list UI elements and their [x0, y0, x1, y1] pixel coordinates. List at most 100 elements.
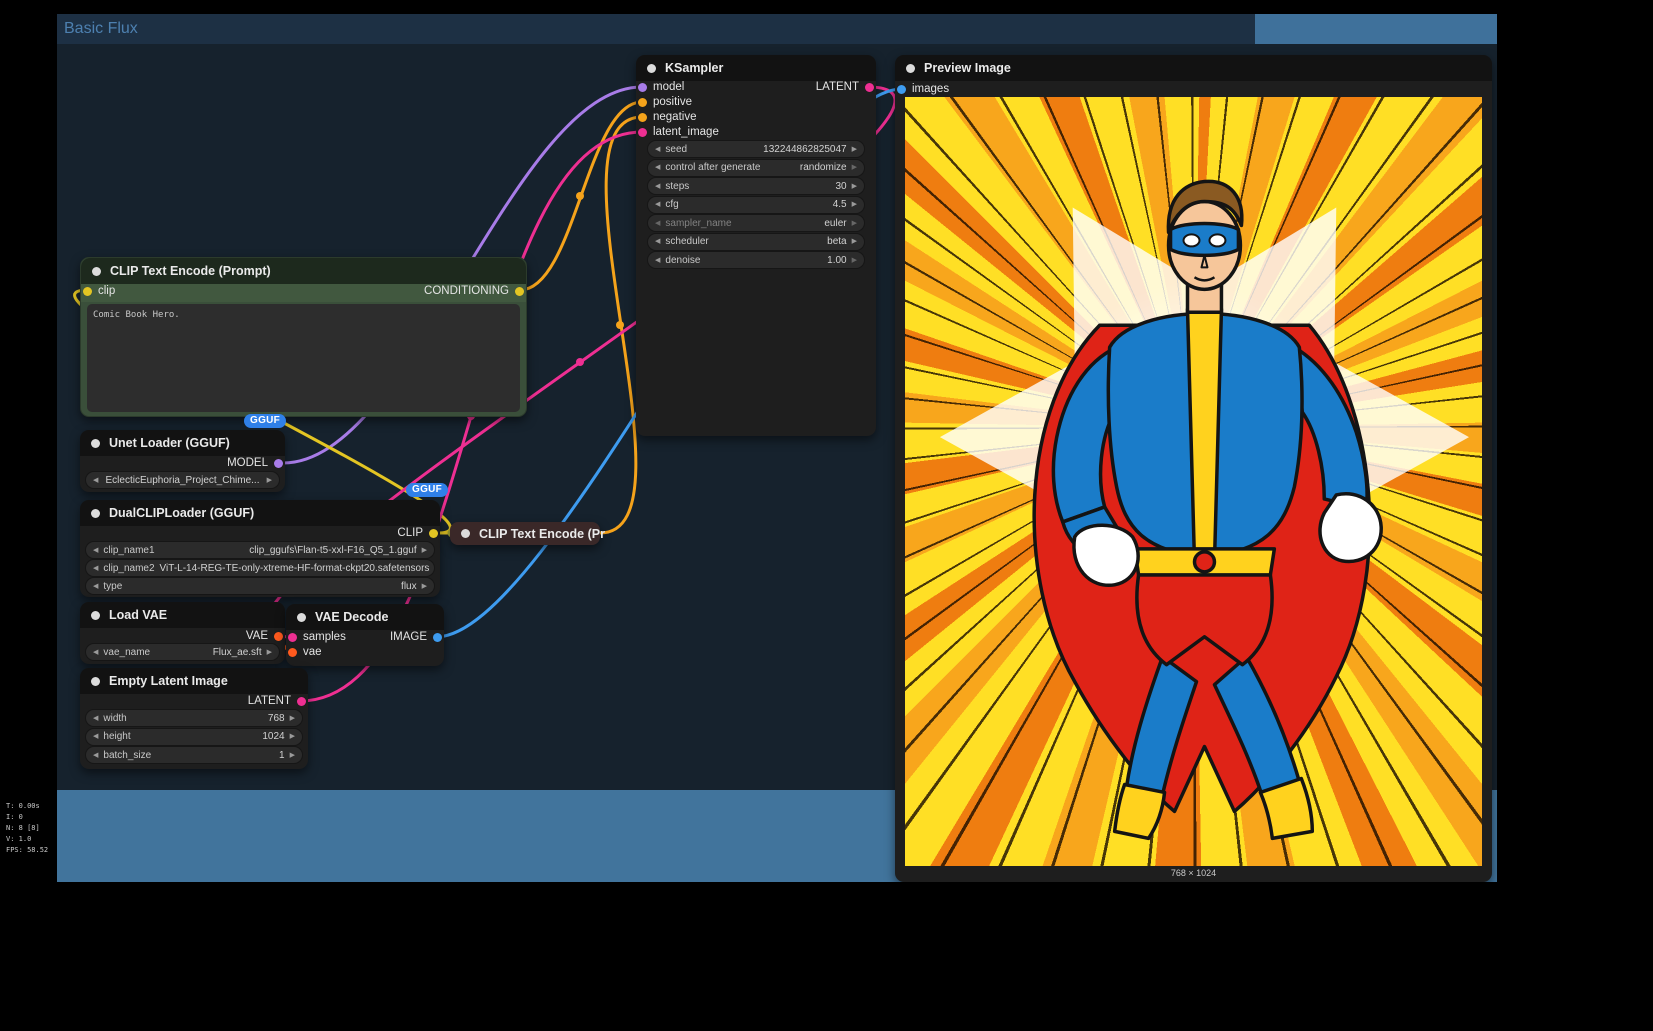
port-dot-latent-image[interactable] [638, 128, 647, 137]
widget-label: type [103, 581, 122, 592]
input-model[interactable]: model [638, 80, 684, 94]
output-latent[interactable]: LATENT [248, 694, 306, 708]
workflow-tab[interactable]: Basic Flux [57, 20, 138, 38]
node-header[interactable]: Empty Latent Image [80, 668, 308, 694]
widget-sampler-name[interactable]: ◀ sampler_name euler ▶ [648, 215, 864, 231]
port-dot-vae-out[interactable] [274, 632, 283, 641]
increment-icon[interactable]: ▶ [290, 733, 295, 740]
node-preview-image[interactable]: Preview Image images [895, 55, 1492, 882]
next-option-icon[interactable]: ▶ [422, 583, 427, 590]
prev-option-icon[interactable]: ◀ [93, 565, 98, 572]
node-header[interactable]: KSampler [636, 55, 876, 81]
port-dot-negative[interactable] [638, 113, 647, 122]
input-positive[interactable]: positive [638, 95, 692, 109]
port-dot-model-out[interactable] [274, 459, 283, 468]
node-header[interactable]: Load VAE [80, 602, 285, 628]
node-header[interactable]: Unet Loader (GGUF) [80, 430, 285, 456]
port-dot-samples[interactable] [288, 633, 297, 642]
decrement-icon[interactable]: ◀ [93, 715, 98, 722]
prev-option-icon[interactable]: ◀ [93, 477, 98, 484]
node-dualclip-loader[interactable]: DualCLIPLoader (GGUF) CLIP ◀ clip_name1 … [80, 500, 440, 597]
widget-cfg[interactable]: ◀ cfg 4.5 ▶ [648, 197, 864, 213]
node-header[interactable]: VAE Decode [286, 604, 444, 630]
widget-clip-name2[interactable]: ◀ clip_name2 ViT-L-14-REG-TE-only-xtreme… [86, 560, 434, 576]
input-vae[interactable]: vae [288, 645, 322, 659]
decrement-icon[interactable]: ◀ [655, 220, 660, 227]
widget-type[interactable]: ◀ type flux ▶ [86, 578, 434, 594]
port-dot-latent-out[interactable] [865, 83, 874, 92]
next-option-icon[interactable]: ▶ [422, 547, 427, 554]
decrement-icon[interactable]: ◀ [93, 733, 98, 740]
port-dot-image-out[interactable] [433, 633, 442, 642]
widget-label: vae_name [103, 647, 150, 658]
widget-control-after-generate[interactable]: ◀ control after generate randomize ▶ [648, 160, 864, 176]
decrement-icon[interactable]: ◀ [655, 183, 660, 190]
output-image[interactable]: IMAGE [390, 630, 442, 644]
widget-denoise[interactable]: ◀ denoise 1.00 ▶ [648, 252, 864, 268]
port-dot-latent-out[interactable] [297, 697, 306, 706]
decrement-icon[interactable]: ◀ [93, 752, 98, 759]
decrement-icon[interactable]: ◀ [655, 238, 660, 245]
input-negative[interactable]: negative [638, 110, 696, 124]
input-clip[interactable]: clip [83, 284, 115, 298]
port-dot-clip-out[interactable] [429, 529, 438, 538]
input-samples[interactable]: samples [288, 630, 346, 644]
widget-batch-size[interactable]: ◀ batch_size 1 ▶ [86, 747, 302, 763]
node-clip-text-encode-prompt[interactable]: CLIP Text Encode (Prompt) clip CONDITION… [80, 257, 527, 417]
widget-steps[interactable]: ◀ steps 30 ▶ [648, 178, 864, 194]
port-dot-model[interactable] [638, 83, 647, 92]
node-empty-latent-image[interactable]: Empty Latent Image LATENT ◀ width 768 ▶ … [80, 668, 308, 769]
output-conditioning[interactable]: CONDITIONING [424, 284, 524, 298]
node-header[interactable]: Preview Image [895, 55, 1492, 81]
widget-value: Flux_ae.sft [213, 647, 262, 658]
node-header[interactable]: DualCLIPLoader (GGUF) [80, 500, 440, 526]
port-dot-images[interactable] [897, 85, 906, 94]
node-unet-loader[interactable]: Unet Loader (GGUF) MODEL ◀ EclecticEupho… [80, 430, 285, 492]
node-ksampler[interactable]: KSampler model LATENT positive negative … [636, 55, 876, 436]
widget-vae-name[interactable]: ◀ vae_name Flux_ae.sft ▶ [86, 644, 279, 660]
prompt-textarea[interactable]: Comic Book Hero. [87, 304, 520, 412]
input-latent-image[interactable]: latent_image [638, 125, 719, 139]
next-option-icon[interactable]: ▶ [267, 477, 272, 484]
widget-unet-name[interactable]: ◀ EclecticEuphoria_Project_Chime... ▶ [86, 472, 279, 488]
increment-icon[interactable]: ▶ [852, 183, 857, 190]
port-dot-vae[interactable] [288, 648, 297, 657]
widget-width[interactable]: ◀ width 768 ▶ [86, 710, 302, 726]
port-dot-positive[interactable] [638, 98, 647, 107]
increment-icon[interactable]: ▶ [852, 257, 857, 264]
increment-icon[interactable]: ▶ [852, 220, 857, 227]
output-model[interactable]: MODEL [227, 456, 283, 470]
next-option-icon[interactable]: ▶ [267, 649, 272, 656]
decrement-icon[interactable]: ◀ [655, 146, 660, 153]
prev-option-icon[interactable]: ◀ [93, 547, 98, 554]
preview-image [905, 97, 1482, 866]
port-dot-clip[interactable] [83, 287, 92, 296]
node-load-vae[interactable]: Load VAE VAE ◀ vae_name Flux_ae.sft ▶ [80, 602, 285, 664]
collapse-dot[interactable] [461, 529, 470, 538]
widget-seed[interactable]: ◀ seed 132244862825047 ▶ [648, 141, 864, 157]
increment-icon[interactable]: ▶ [852, 201, 857, 208]
decrement-icon[interactable]: ◀ [655, 257, 660, 264]
increment-icon[interactable]: ▶ [852, 238, 857, 245]
input-images[interactable]: images [897, 82, 949, 96]
decrement-icon[interactable]: ◀ [655, 164, 660, 171]
widget-clip-name1[interactable]: ◀ clip_name1 clip_ggufs\Flan-t5-xxl-F16_… [86, 542, 434, 558]
increment-icon[interactable]: ▶ [852, 146, 857, 153]
decrement-icon[interactable]: ◀ [655, 201, 660, 208]
output-latent[interactable]: LATENT [816, 80, 874, 94]
increment-icon[interactable]: ▶ [290, 715, 295, 722]
canvas-debug-stats: T: 0.00s I: 0 N: 8 [8] V: 1.0 FPS: 58.52 [6, 801, 48, 856]
port-dot-conditioning-out[interactable] [515, 287, 524, 296]
widget-scheduler[interactable]: ◀ scheduler beta ▶ [648, 234, 864, 250]
increment-icon[interactable]: ▶ [852, 164, 857, 171]
increment-icon[interactable]: ▶ [290, 752, 295, 759]
node-clip-text-encode-collapsed[interactable]: CLIP Text Encode (Pr [450, 522, 600, 545]
prev-option-icon[interactable]: ◀ [93, 649, 98, 656]
node-header[interactable]: CLIP Text Encode (Pr [450, 522, 600, 545]
output-clip[interactable]: CLIP [397, 526, 438, 540]
node-header[interactable]: CLIP Text Encode (Prompt) [81, 258, 526, 284]
output-vae[interactable]: VAE [246, 629, 283, 643]
prev-option-icon[interactable]: ◀ [93, 583, 98, 590]
widget-height[interactable]: ◀ height 1024 ▶ [86, 729, 302, 745]
node-vae-decode[interactable]: VAE Decode samples vae IMAGE [286, 604, 444, 666]
